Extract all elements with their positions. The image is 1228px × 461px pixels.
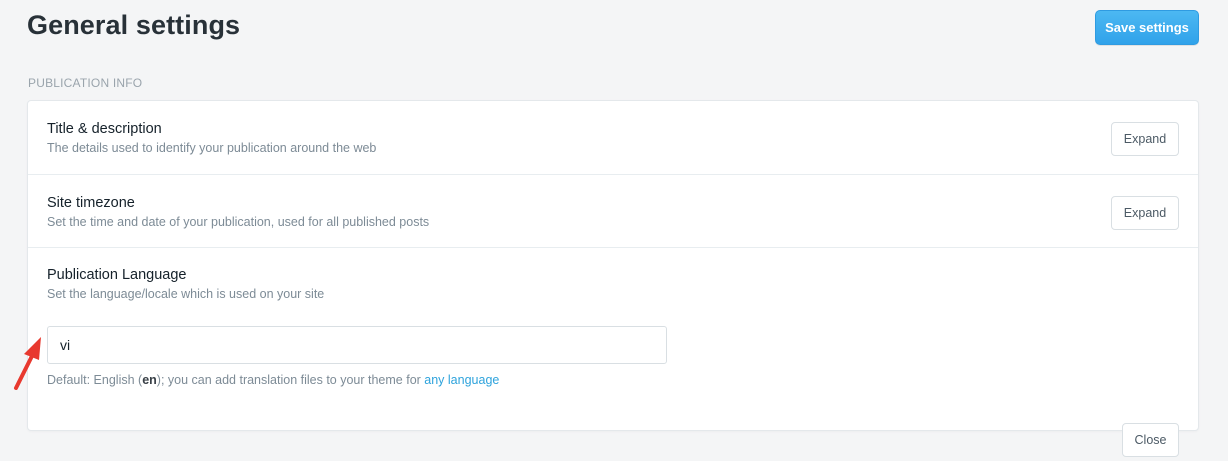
publication-info-panel: Title & description The details used to … xyxy=(27,100,1199,457)
hint-prefix: Default: English ( xyxy=(47,373,143,387)
hint-middle: ); you can add translation files to your… xyxy=(156,373,425,387)
hint-default-code: en xyxy=(142,373,157,387)
any-language-link[interactable]: any language xyxy=(424,373,499,387)
setting-row-title-description: Title & description The details used to … xyxy=(28,101,1198,175)
setting-title: Title & description xyxy=(47,121,162,137)
save-settings-button[interactable]: Save settings xyxy=(1095,10,1199,45)
close-button[interactable]: Close xyxy=(1122,423,1179,457)
page-title: General settings xyxy=(27,10,241,40)
expand-button[interactable]: Expand xyxy=(1111,122,1179,156)
expand-button[interactable]: Expand xyxy=(1111,196,1179,230)
language-hint: Default: English (en); you can add trans… xyxy=(47,373,499,387)
arrow-icon xyxy=(14,337,41,390)
settings-page: General settings Save settings PUBLICATI… xyxy=(0,0,1228,461)
language-input[interactable] xyxy=(47,326,667,364)
setting-description: Set the language/locale which is used on… xyxy=(47,287,325,301)
section-heading: PUBLICATION INFO xyxy=(28,76,143,90)
setting-title: Site timezone xyxy=(47,195,135,211)
setting-description: The details used to identify your public… xyxy=(47,141,377,155)
setting-row-site-timezone: Site timezone Set the time and date of y… xyxy=(28,175,1198,248)
setting-row-publication-language: Publication Language Set the language/lo… xyxy=(28,248,1198,457)
setting-title: Publication Language xyxy=(47,267,187,283)
setting-description: Set the time and date of your publicatio… xyxy=(47,215,430,229)
